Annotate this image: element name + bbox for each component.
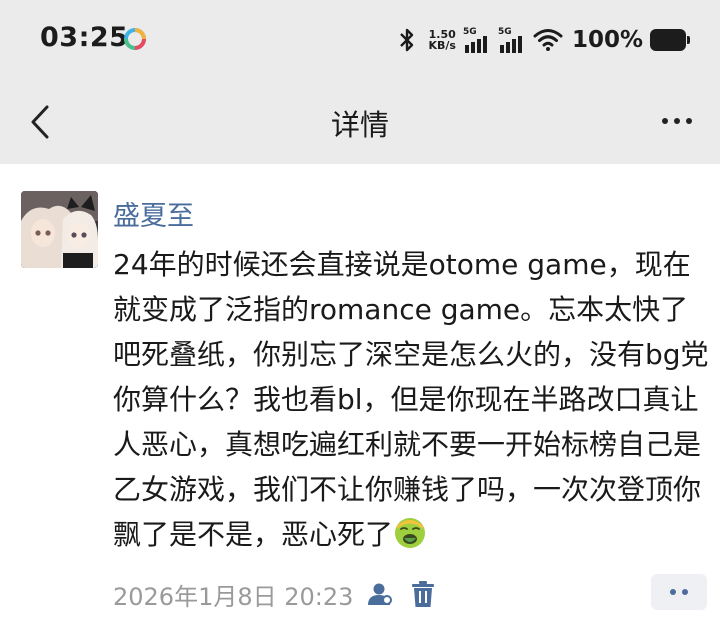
more-button[interactable]: [654, 106, 700, 136]
comment-timestamp: 2026年1月8日 20:23: [113, 582, 354, 611]
title-bar: 详情: [0, 80, 720, 164]
status-time: 03:25: [40, 22, 129, 53]
more-icon: [662, 118, 668, 124]
status-icons: 1.50 KB/s 5G 5G 100%: [397, 22, 690, 58]
signal-icon: 5G: [463, 27, 491, 53]
app-notification-icon: [124, 28, 146, 50]
comment-username[interactable]: 盛夏至: [113, 194, 194, 233]
more-icon: [670, 589, 676, 595]
nauseated-face-emoji: [395, 518, 426, 548]
avatar[interactable]: [21, 191, 98, 268]
comment-text: 24年的时候还会直接说是otome game，现在就变成了泛指的romance …: [113, 248, 709, 551]
net-speed: 1.50 KB/s: [428, 29, 455, 51]
battery-icon: [650, 29, 690, 51]
comment-more-button[interactable]: [651, 574, 707, 610]
battery-percent: 100%: [571, 27, 643, 53]
bluetooth-icon: [400, 28, 414, 52]
page-title: 详情: [330, 108, 389, 142]
user-icon[interactable]: [365, 580, 393, 608]
wifi-icon: [533, 29, 563, 51]
net-speed-unit: KB/s: [428, 39, 456, 52]
comment-meta: 2026年1月8日 20:23: [113, 574, 435, 614]
avatar-image: [21, 191, 98, 268]
signal-icon: 5G: [498, 27, 526, 53]
comment-body: 24年的时候还会直接说是otome game，现在就变成了泛指的romance …: [113, 242, 713, 557]
trash-icon[interactable]: [411, 580, 435, 608]
status-bar: 03:25 1.50 KB/s 5G 5G 100%: [0, 0, 720, 80]
